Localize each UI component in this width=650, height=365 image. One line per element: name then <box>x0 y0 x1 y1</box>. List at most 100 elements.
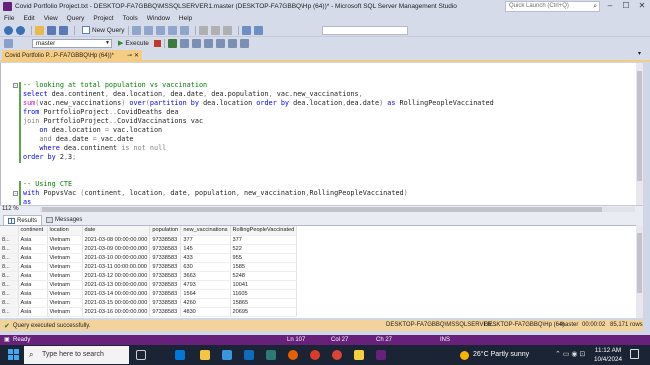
table-cell[interactable]: 433 <box>180 253 231 263</box>
taskbar-search-input[interactable]: ⌕ Type here to search <box>24 346 129 364</box>
table-row[interactable]: 8... Asia Vietnam 2021-03-15 00:00:00.000 97… <box>0 298 298 308</box>
table-cell[interactable]: Vietnam <box>47 271 83 281</box>
table-cell[interactable]: 377 <box>230 235 298 245</box>
close-tab-icon[interactable]: ✕ <box>134 50 139 62</box>
display-plan-icon[interactable] <box>179 38 189 48</box>
table-cell[interactable]: 20695 <box>230 307 298 317</box>
menu-view[interactable]: View <box>44 15 58 22</box>
table-cell[interactable]: Asia <box>18 244 48 254</box>
parse-check-icon[interactable] <box>167 38 177 48</box>
menu-query[interactable]: Query <box>67 15 85 22</box>
row-number[interactable]: 8... <box>0 235 19 245</box>
table-cell[interactable]: Asia <box>18 307 48 317</box>
table-cell[interactable]: 97338583 <box>149 271 182 281</box>
maximize-button[interactable]: ☐ <box>618 0 634 13</box>
table-cell[interactable]: 97338583 <box>149 253 182 263</box>
row-number[interactable]: 8... <box>0 280 19 290</box>
close-button[interactable]: ✕ <box>634 0 650 13</box>
store-icon[interactable] <box>222 350 232 360</box>
weather-widget[interactable]: 26°C Partly sunny <box>460 346 529 364</box>
table-cell[interactable]: Vietnam <box>47 235 83 245</box>
quick-launch-input[interactable]: Quick Launch (Ctrl+Q) ⌕ <box>505 1 600 12</box>
column-header[interactable]: continent <box>18 226 48 236</box>
dmx-query-icon[interactable] <box>167 25 177 35</box>
execute-button[interactable]: ▶ Execute <box>118 39 149 48</box>
file-explorer-icon[interactable] <box>200 350 210 360</box>
database-query-icon[interactable] <box>131 25 141 35</box>
row-number[interactable]: 8... <box>0 253 19 263</box>
table-row[interactable]: 8... Asia Vietnam 2021-03-16 00:00:00.000 97… <box>0 307 298 317</box>
editor-horizontal-scrollbar[interactable] <box>40 207 635 212</box>
table-cell[interactable]: Vietnam <box>47 298 83 308</box>
table-cell[interactable]: 2021-03-13 00:00:00.000 <box>82 280 151 290</box>
table-cell[interactable]: 2021-03-11 00:00:00.000 <box>82 262 151 272</box>
table-cell[interactable]: 97338583 <box>149 298 182 308</box>
menu-window[interactable]: Window <box>147 15 170 22</box>
table-cell[interactable]: 97338583 <box>149 280 182 290</box>
results-vertical-scrollbar[interactable] <box>636 225 643 318</box>
table-cell[interactable]: Asia <box>18 253 48 263</box>
uncomment-lines-icon[interactable] <box>239 38 249 48</box>
results-to-text-icon[interactable] <box>215 38 225 48</box>
start-windows-icon[interactable] <box>8 349 19 360</box>
table-cell[interactable]: Asia <box>18 271 48 281</box>
analysis-query-icon[interactable] <box>143 25 153 35</box>
table-cell[interactable]: 97338583 <box>149 307 182 317</box>
table-cell[interactable]: Asia <box>18 262 48 272</box>
table-cell[interactable]: Asia <box>18 280 48 290</box>
column-header[interactable]: RollingPeopleVaccinated <box>230 226 298 236</box>
scrollbar-thumb[interactable] <box>42 207 602 212</box>
table-cell[interactable]: 5248 <box>230 271 298 281</box>
table-cell[interactable]: Vietnam <box>47 253 83 263</box>
notification-icon[interactable] <box>630 349 639 359</box>
table-cell[interactable]: Vietnam <box>47 307 83 317</box>
mdx-query-icon[interactable] <box>155 25 165 35</box>
query-options-icon[interactable] <box>191 38 201 48</box>
app-icon[interactable] <box>266 350 276 360</box>
table-cell[interactable]: 4260 <box>180 298 231 308</box>
table-row[interactable]: 8... Asia Vietnam 2021-03-14 00:00:00.000 97… <box>0 289 298 299</box>
sql-editor[interactable]: − − -- looking at total population vs va… <box>0 63 643 205</box>
system-tray[interactable]: ⌃ ▭ ◉ ⊡ <box>555 350 585 358</box>
chrome-icon[interactable] <box>310 350 320 360</box>
table-row[interactable]: 8... Asia Vietnam 2021-03-12 00:00:00.000 97… <box>0 271 298 281</box>
results-grid[interactable]: continent location date population new_v… <box>0 225 636 318</box>
database-select[interactable]: master ▼ <box>32 38 112 48</box>
xmla-query-icon[interactable] <box>179 25 189 35</box>
row-number[interactable]: 8... <box>0 289 19 299</box>
save-all-icon[interactable] <box>59 25 68 35</box>
copy-icon[interactable] <box>210 25 220 35</box>
table-cell[interactable]: 2021-03-12 00:00:00.000 <box>82 271 151 281</box>
table-cell[interactable]: 1585 <box>230 262 298 272</box>
table-cell[interactable]: 145 <box>180 244 231 254</box>
row-number[interactable]: 8... <box>0 262 19 272</box>
table-cell[interactable]: 2021-03-08 00:00:00.000 <box>82 235 151 245</box>
row-number[interactable]: 8... <box>0 271 19 281</box>
redo-icon[interactable] <box>253 25 263 35</box>
column-header[interactable]: new_vaccinations <box>180 226 231 236</box>
table-row[interactable]: 8... Asia Vietnam 2021-03-08 00:00:00.000 97… <box>0 235 298 245</box>
forward-icon[interactable] <box>16 25 25 35</box>
table-cell[interactable]: 97338583 <box>149 289 182 299</box>
column-header[interactable]: date <box>82 226 151 236</box>
comment-lines-icon[interactable] <box>227 38 237 48</box>
column-header[interactable]: population <box>149 226 182 236</box>
save-icon[interactable] <box>47 25 56 35</box>
table-cell[interactable]: 630 <box>180 262 231 272</box>
table-cell[interactable]: 15865 <box>230 298 298 308</box>
table-row[interactable]: 8... Asia Vietnam 2021-03-09 00:00:00.000 97… <box>0 244 298 254</box>
table-row[interactable]: 8... Asia Vietnam 2021-03-11 00:00:00.000 97… <box>0 262 298 272</box>
menu-edit[interactable]: Edit <box>23 15 34 22</box>
firefox-icon[interactable] <box>288 350 298 360</box>
table-cell[interactable]: 10041 <box>230 280 298 290</box>
table-row[interactable]: 8... Asia Vietnam 2021-03-10 00:00:00.000 97… <box>0 253 298 263</box>
pin-icon[interactable]: ⊸ <box>127 50 132 62</box>
tab-results[interactable]: Results <box>3 215 43 225</box>
ssms-taskbar-icon[interactable] <box>376 350 386 360</box>
table-cell[interactable]: Vietnam <box>47 280 83 290</box>
table-cell[interactable]: 2021-03-15 00:00:00.000 <box>82 298 151 308</box>
cancel-query-icon[interactable] <box>153 39 161 47</box>
document-tab[interactable]: Covid Portfolio P...P-FA7GBBQ\Hp (64))* … <box>2 50 142 62</box>
notes-icon[interactable] <box>354 350 364 360</box>
chrome-profile-icon[interactable] <box>332 350 342 360</box>
